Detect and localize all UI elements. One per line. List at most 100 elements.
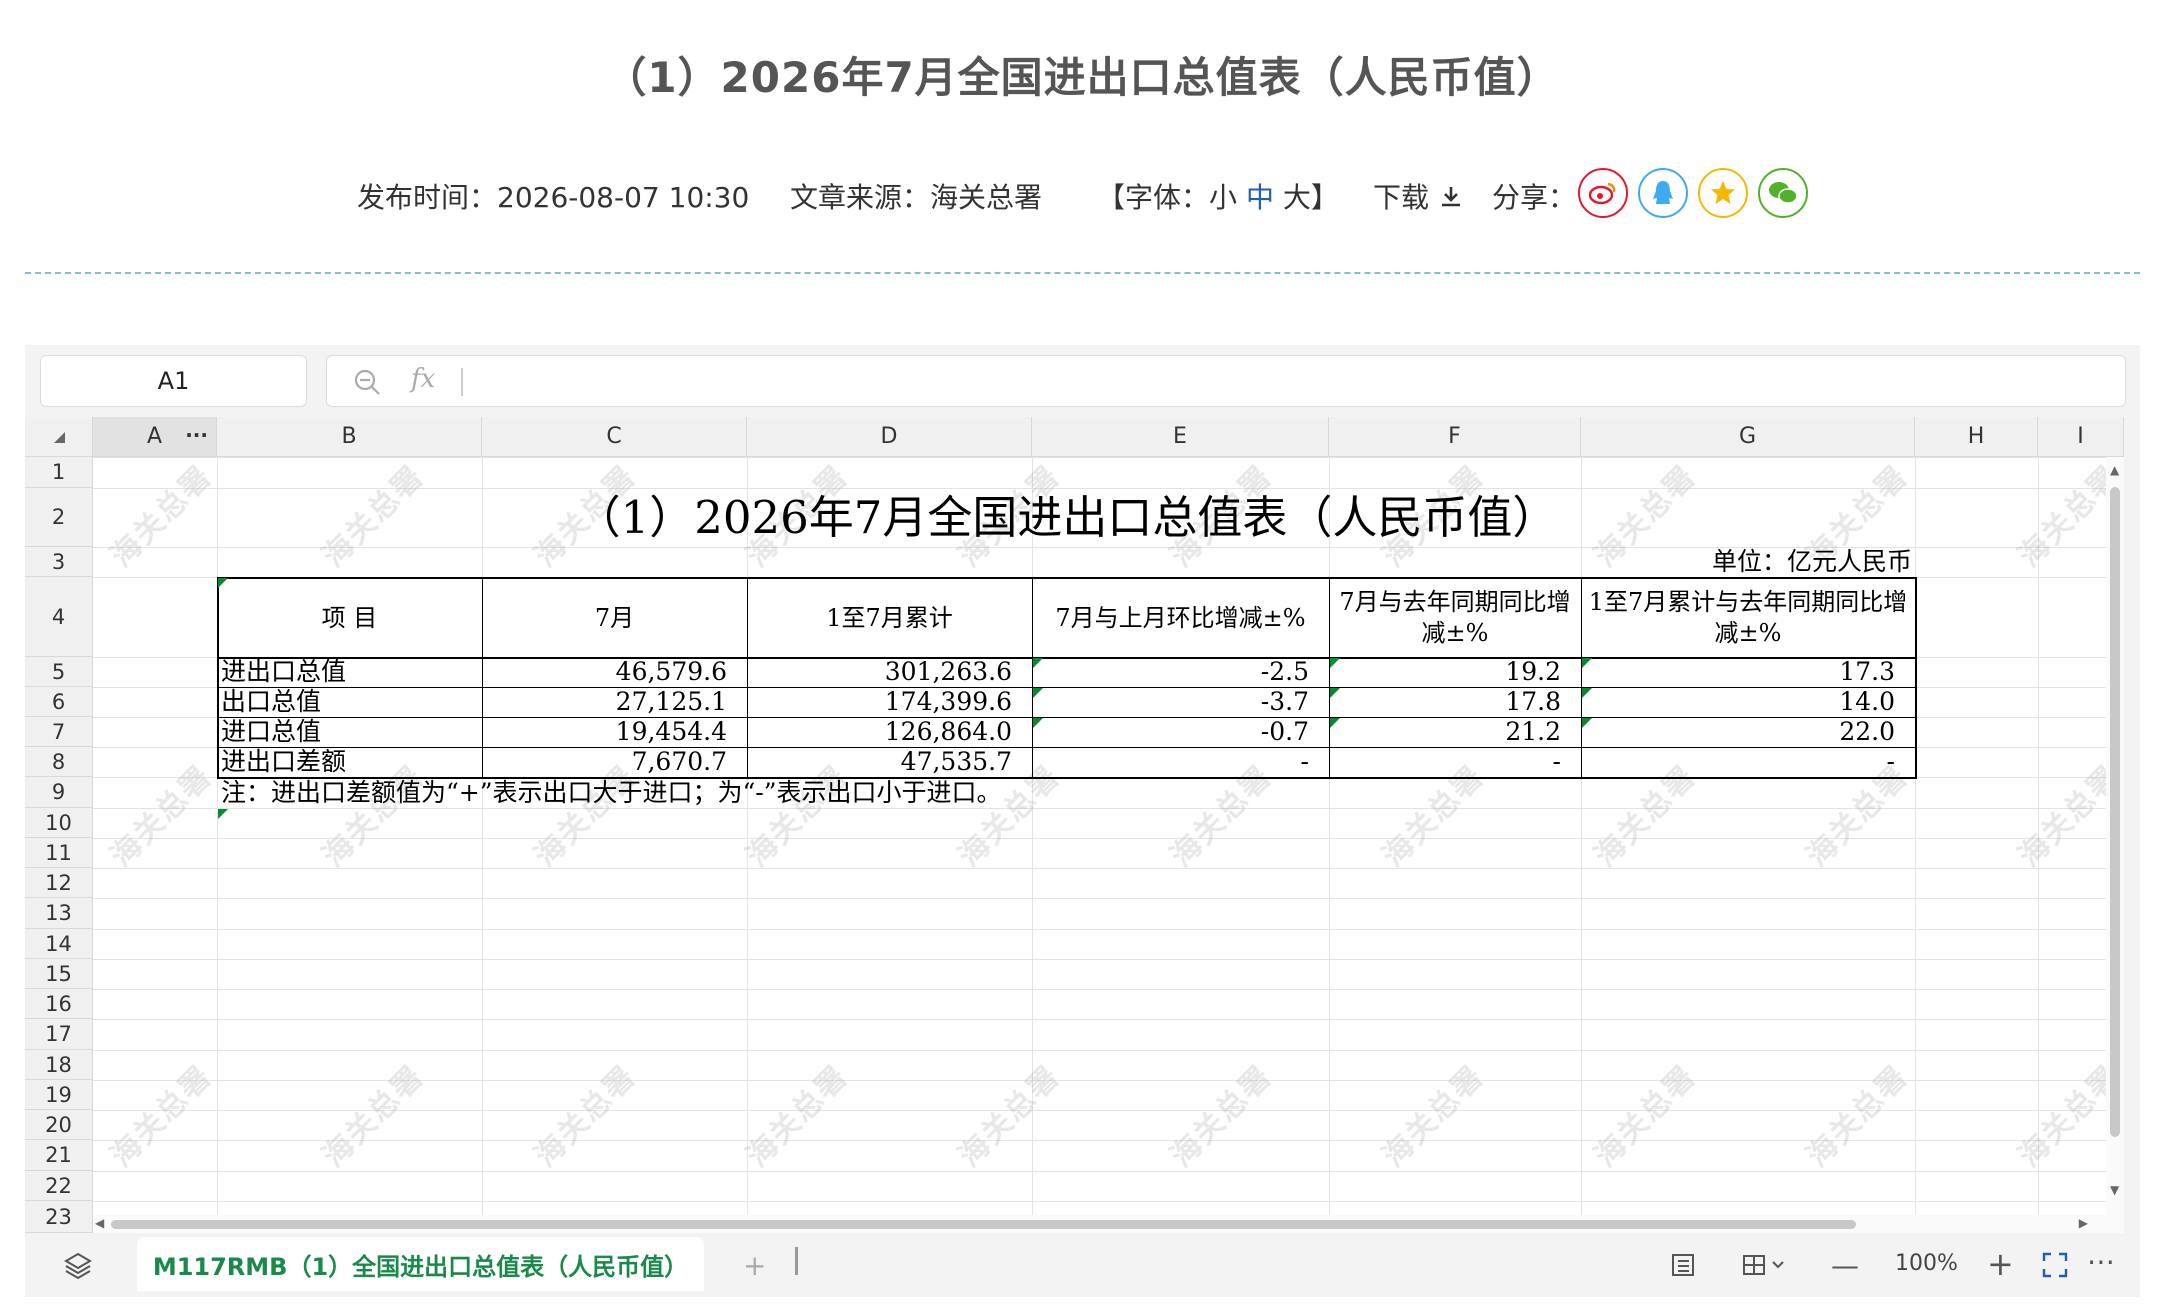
gridline: [93, 959, 2106, 960]
unit-label: 单位：亿元人民币: [1711, 547, 1912, 576]
page-title: （1）2026年7月全国进出口总值表（人民币值）: [604, 53, 1560, 102]
table-title: （1）2026年7月全国进出口总值表（人民币值）: [575, 491, 1558, 544]
row-header[interactable]: 19: [25, 1080, 93, 1110]
gridline: [217, 457, 218, 1233]
fullscreen-icon[interactable]: [2041, 1251, 2069, 1279]
comment-indicator: [218, 578, 228, 588]
scroll-up-arrow[interactable]: ▲: [2110, 463, 2119, 477]
table-value-cell: 14.0: [1839, 687, 1895, 716]
watermark: 海关总署: [103, 1058, 220, 1175]
row-header[interactable]: 5: [25, 657, 93, 687]
row-header[interactable]: 2: [25, 488, 93, 547]
column-header-a[interactable]: A ···: [93, 417, 217, 457]
tab-divider: [795, 1247, 798, 1275]
horizontal-scrollbar[interactable]: ◀ ▶: [93, 1215, 2106, 1233]
row-header[interactable]: 4: [25, 577, 93, 657]
column-header-b[interactable]: B: [217, 417, 482, 457]
qq-icon[interactable]: [1638, 168, 1688, 218]
column-header-d[interactable]: D: [747, 417, 1032, 457]
table-value-cell: -: [1300, 747, 1309, 776]
row-header[interactable]: 16: [25, 989, 93, 1019]
scroll-down-arrow[interactable]: ▼: [2110, 1183, 2119, 1197]
gridline: [2038, 457, 2039, 1233]
freeze-panes-icon[interactable]: [1741, 1251, 1789, 1279]
sheet-list-icon[interactable]: [1669, 1251, 1697, 1279]
font-medium-button[interactable]: 中: [1246, 181, 1274, 214]
layers-icon[interactable]: [63, 1251, 93, 1281]
more-options-icon[interactable]: ⋯: [2087, 1245, 2115, 1278]
column-header-f[interactable]: F: [1329, 417, 1581, 457]
name-box[interactable]: A1: [40, 355, 307, 407]
zoom-in-icon[interactable]: +: [1987, 1245, 2014, 1283]
column-header-i[interactable]: I: [2038, 417, 2124, 457]
watermark: 海关总署: [315, 1058, 432, 1175]
gridline: [93, 868, 2106, 869]
column-header-e[interactable]: E: [1032, 417, 1329, 457]
zoom-level[interactable]: 100%: [1895, 1251, 1958, 1276]
scroll-right-arrow[interactable]: ▶: [2079, 1216, 2088, 1230]
gridline: [93, 1050, 2106, 1051]
table-value-cell: -0.7: [1260, 717, 1309, 746]
row-header[interactable]: 6: [25, 687, 93, 717]
zoom-search-icon[interactable]: [353, 368, 381, 396]
table-header-cell: 1至7月累计与去年同期同比增减±%: [1588, 588, 1908, 647]
row-header[interactable]: 23: [25, 1201, 93, 1233]
column-header-c[interactable]: C: [482, 417, 747, 457]
add-sheet-icon[interactable]: +: [743, 1249, 766, 1282]
row-header[interactable]: 14: [25, 929, 93, 959]
row-header[interactable]: 13: [25, 898, 93, 929]
cell-grid[interactable]: A ··· B C D E F G H I 1 2 3 4 5 6 7 8 9 10 11 12 13 14 15 16 17 18…: [25, 417, 2124, 1233]
table-value-cell: 17.3: [1839, 657, 1895, 686]
weibo-icon[interactable]: [1578, 168, 1628, 218]
row-header[interactable]: 15: [25, 959, 93, 989]
comment-indicator: [1330, 688, 1340, 698]
table-row-label: 进出口总值: [221, 657, 347, 686]
sheet-tab-active[interactable]: M117RMB（1）全国进出口总值表（人民币值）: [137, 1237, 704, 1291]
row-header[interactable]: 11: [25, 838, 93, 868]
select-all-corner[interactable]: [25, 417, 93, 457]
row-header[interactable]: 22: [25, 1171, 93, 1201]
download-button[interactable]: 下载: [1373, 176, 1464, 216]
watermark: 海关总署: [1587, 1058, 1704, 1175]
gridline: [93, 1201, 2106, 1202]
row-header[interactable]: 3: [25, 547, 93, 577]
row-header[interactable]: 21: [25, 1140, 93, 1171]
scroll-left-arrow[interactable]: ◀: [95, 1216, 104, 1230]
vertical-scroll-thumb[interactable]: [2110, 487, 2120, 1137]
gridline: [93, 808, 2106, 809]
formula-bar[interactable]: fx: [326, 355, 2126, 407]
table-value-cell: 27,125.1: [615, 687, 727, 716]
row-header[interactable]: 1: [25, 457, 93, 488]
column-header-h[interactable]: H: [1915, 417, 2038, 457]
row-header[interactable]: 8: [25, 747, 93, 777]
gridline: [93, 1019, 2106, 1020]
horizontal-scroll-thumb[interactable]: [111, 1220, 1856, 1229]
share-label: 分享：: [1492, 181, 1577, 214]
watermark: 海关总署: [1375, 1058, 1492, 1175]
font-large-button[interactable]: 大: [1283, 181, 1311, 214]
row-header[interactable]: 10: [25, 808, 93, 838]
watermark: 海关总署: [1799, 1058, 1916, 1175]
row-header[interactable]: 17: [25, 1019, 93, 1050]
table-value-cell: 47,535.7: [900, 747, 1012, 776]
article-source: 文章来源：海关总署: [790, 181, 1043, 214]
divider: [25, 272, 2140, 274]
column-menu-icon[interactable]: ···: [185, 423, 208, 447]
column-letter: I: [2077, 424, 2084, 449]
download-icon: [1441, 187, 1460, 207]
row-header[interactable]: 20: [25, 1110, 93, 1140]
row-header[interactable]: 9: [25, 777, 93, 808]
vertical-scrollbar[interactable]: ▲ ▼: [2106, 457, 2124, 1233]
table-header-cell: 1至7月累计: [826, 603, 953, 632]
table-value-cell: 17.8: [1505, 687, 1561, 716]
zoom-out-icon[interactable]: —: [1831, 1249, 1859, 1282]
row-header[interactable]: 12: [25, 868, 93, 898]
qzone-star-icon[interactable]: [1698, 168, 1748, 218]
row-header[interactable]: 7: [25, 717, 93, 747]
article-meta: 发布时间：2026-08-07 10:30 文章来源：海关总署 【字体：小 中 …: [0, 168, 2164, 220]
sheet-tab-bar: M117RMB（1）全国进出口总值表（人民币值） + — 100% + ⋯: [25, 1233, 2140, 1297]
column-header-g[interactable]: G: [1581, 417, 1915, 457]
font-small-button[interactable]: 小: [1209, 181, 1237, 214]
row-header[interactable]: 18: [25, 1050, 93, 1080]
wechat-icon[interactable]: [1758, 168, 1808, 218]
